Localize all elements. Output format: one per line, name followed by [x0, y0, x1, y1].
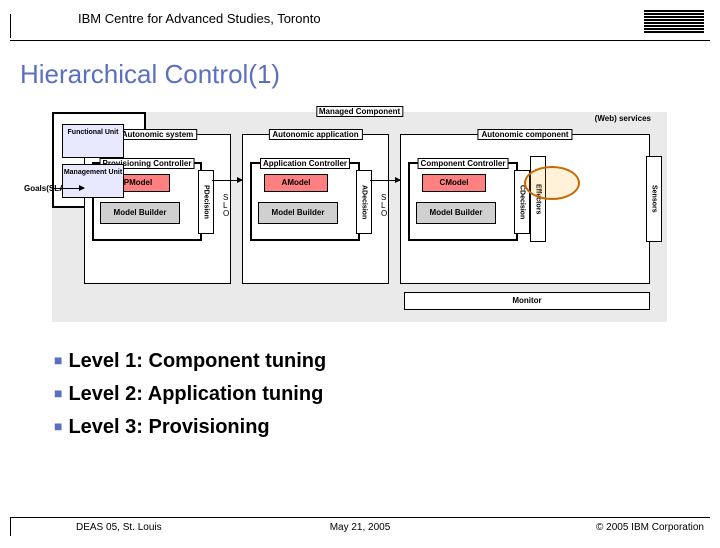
sensors-box: Sensors — [646, 156, 662, 242]
web-services-label: (Web) services — [595, 114, 651, 123]
layer-title: Autonomic system — [118, 129, 198, 140]
layer-title: Autonomic application — [268, 129, 362, 140]
footer-rule — [10, 518, 67, 536]
controller-title: Application Controller — [260, 158, 350, 169]
header-title: IBM Centre for Advanced Studies, Toronto — [78, 11, 321, 26]
model-builder-box: Model Builder — [258, 202, 338, 224]
bullet-icon: ■ — [54, 352, 62, 368]
amodel-box: AModel — [264, 174, 328, 192]
slide-title: Hierarchical Control(1) — [20, 59, 720, 90]
footer-left: DEAS 05, St. Louis — [76, 522, 162, 533]
application-controller: Application Controller AModel Model Buil… — [250, 162, 360, 241]
architecture-diagram: Goals(SLAs) (Web) services Autonomic sys… — [52, 112, 667, 322]
slide-footer: DEAS 05, St. Louis May 21, 2005 © 2005 I… — [10, 517, 710, 540]
highlight-oval-icon — [524, 166, 580, 200]
footer-center: May 21, 2005 — [330, 522, 391, 533]
functional-unit-box: Functional Unit — [62, 124, 124, 158]
footer-right: © 2005 IBM Corporation — [596, 522, 704, 533]
list-item: ■ Level 1: Component tuning — [54, 350, 720, 373]
bullet-text: Level 2: Application tuning — [68, 383, 323, 405]
layer-title: Autonomic component — [477, 129, 572, 140]
arrow-icon — [370, 180, 400, 181]
bullet-icon: ■ — [54, 385, 62, 401]
bullet-text: Level 3: Provisioning — [68, 416, 269, 438]
management-unit-box: Management Unit — [62, 164, 124, 198]
slide-header: IBM Centre for Advanced Studies, Toronto — [10, 8, 710, 41]
bullet-list: ■ Level 1: Component tuning ■ Level 2: App… — [54, 350, 720, 439]
header-rule — [10, 14, 67, 38]
model-builder-box: Model Builder — [416, 202, 496, 224]
list-item: ■ Level 3: Provisioning — [54, 416, 720, 439]
list-item: ■ Level 2: Application tuning — [54, 383, 720, 406]
model-builder-box: Model Builder — [100, 202, 180, 224]
slo-label-1: SLO — [223, 194, 229, 218]
slo-label-2: SLO — [381, 194, 387, 218]
arrow-icon — [212, 180, 242, 181]
monitor-box: Monitor — [404, 292, 650, 310]
ibm-logo-icon — [644, 10, 704, 32]
arrow-icon — [54, 188, 84, 189]
controller-title: Component Controller — [418, 158, 509, 169]
bullet-icon: ■ — [54, 418, 62, 434]
bullet-text: Level 1: Component tuning — [68, 350, 326, 372]
cmodel-box: CModel — [422, 174, 486, 192]
component-controller: Component Controller CModel Model Builde… — [408, 162, 518, 241]
managed-component-title: Managed Component — [316, 106, 403, 117]
